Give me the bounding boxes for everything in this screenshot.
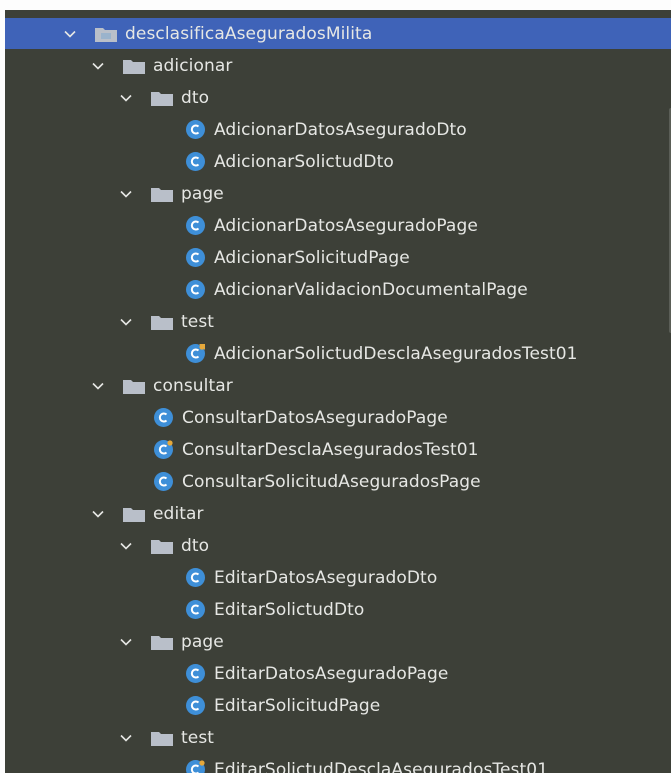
folder-icon [151, 186, 173, 202]
tree-item-class[interactable]: EditarDatosAseguradoDto [5, 562, 671, 593]
tree-item-label: ConsultarSolicitudAseguradosPage [182, 471, 481, 492]
tree-item-root[interactable]: desclasificaAseguradosMilita [5, 18, 671, 49]
chevron-down-icon[interactable] [89, 57, 107, 75]
folder-icon [151, 90, 173, 106]
tree-item-label: ConsultarDatosAseguradoPage [182, 407, 448, 428]
tree-item-class[interactable]: AdicionarValidacionDocumentalPage [5, 274, 671, 305]
tree-item-label: EditarSolictudDesclaAseguradosTest01 [214, 759, 549, 773]
tree-item-label: AdicionarSolictudDesclaAseguradosTest01 [214, 343, 578, 364]
tree-item-label: consultar [153, 375, 233, 396]
tree-item-label: AdicionarDatosAseguradoPage [214, 215, 478, 236]
tree-item-adicionar-dto[interactable]: dto [5, 82, 671, 113]
class-icon [185, 599, 206, 620]
tree-item-label: page [181, 631, 224, 652]
tree-item-label: AdicionarDatosAseguradoDto [214, 119, 467, 140]
class-icon [185, 695, 206, 716]
class-icon [185, 215, 206, 236]
tree-item-class[interactable]: AdicionarDatosAseguradoPage [5, 210, 671, 241]
tree-item-label: test [181, 311, 215, 332]
chevron-down-icon[interactable] [117, 537, 135, 555]
tree-item-adicionar[interactable]: adicionar [5, 50, 671, 81]
tree-item-test-class[interactable]: AdicionarSolictudDesclaAseguradosTest01 [5, 338, 671, 369]
class-icon [153, 407, 174, 428]
tree-item-label: EditarDatosAseguradoPage [214, 663, 449, 684]
tree-item-class[interactable]: AdicionarDatosAseguradoDto [5, 114, 671, 145]
test-class-icon [185, 759, 206, 773]
project-panel: desclasificaAseguradosMilita adicionar d… [0, 0, 671, 773]
class-icon [185, 567, 206, 588]
folder-icon [123, 378, 145, 394]
tree-item-class[interactable]: EditarSolictudDto [5, 594, 671, 625]
tree-item-label: AdicionarValidacionDocumentalPage [214, 279, 528, 300]
folder-icon [151, 538, 173, 554]
tree-item-class[interactable]: AdicionarSolictudDto [5, 146, 671, 177]
class-icon [185, 151, 206, 172]
tree-item-editar[interactable]: editar [5, 498, 671, 529]
tree-item-label: AdicionarSolictudDto [214, 151, 394, 172]
tree-item-class[interactable]: AdicionarSolicitudPage [5, 242, 671, 273]
tree-item-label: adicionar [153, 55, 233, 76]
tree-item-test-class[interactable]: EditarSolictudDesclaAseguradosTest01 [5, 754, 671, 773]
tree-item-label: EditarDatosAseguradoDto [214, 567, 438, 588]
class-icon [185, 279, 206, 300]
folder-icon [123, 58, 145, 74]
chevron-down-icon[interactable] [89, 377, 107, 395]
tree-item-adicionar-test[interactable]: test [5, 306, 671, 337]
folder-icon [151, 730, 173, 746]
tree-item-label: ConsultarDesclaAseguradosTest01 [182, 439, 479, 460]
tree-item-adicionar-page[interactable]: page [5, 178, 671, 209]
tree-item-label: editar [153, 503, 204, 524]
tree-item-editar-page[interactable]: page [5, 626, 671, 657]
tree-item-class[interactable]: EditarSolicitudPage [5, 690, 671, 721]
test-class-icon [153, 439, 174, 460]
tree-item-label: dto [181, 87, 210, 108]
chevron-down-icon[interactable] [117, 313, 135, 331]
class-icon [185, 247, 206, 268]
tree-item-class[interactable]: EditarDatosAseguradoPage [5, 658, 671, 689]
tree-item-label: EditarSolictudDto [214, 599, 365, 620]
tree-item-label: EditarSolicitudPage [214, 695, 381, 716]
tree-item-label: desclasificaAseguradosMilita [125, 23, 373, 44]
project-tree: desclasificaAseguradosMilita adicionar d… [5, 10, 671, 773]
chevron-down-icon[interactable] [117, 729, 135, 747]
folder-icon [95, 26, 117, 42]
tree-item-editar-test[interactable]: test [5, 722, 671, 753]
chevron-down-icon[interactable] [117, 89, 135, 107]
folder-icon [123, 506, 145, 522]
chevron-down-icon[interactable] [117, 633, 135, 651]
tree-item-editar-dto[interactable]: dto [5, 530, 671, 561]
tree-item-label: test [181, 727, 215, 748]
class-icon [185, 119, 206, 140]
tree-item-label: AdicionarSolicitudPage [214, 247, 410, 268]
class-icon [185, 663, 206, 684]
chevron-down-icon[interactable] [117, 185, 135, 203]
chevron-down-icon[interactable] [89, 505, 107, 523]
folder-icon [151, 634, 173, 650]
tree-item-label: dto [181, 535, 210, 556]
test-class-icon [185, 343, 206, 364]
tree-item-class[interactable]: ConsultarDatosAseguradoPage [5, 402, 671, 433]
tree-item-label: page [181, 183, 224, 204]
folder-icon [151, 314, 173, 330]
tree-item-test-class[interactable]: ConsultarDesclaAseguradosTest01 [5, 434, 671, 465]
chevron-down-icon[interactable] [61, 25, 79, 43]
tree-item-consultar[interactable]: consultar [5, 370, 671, 401]
tree-item-class[interactable]: ConsultarSolicitudAseguradosPage [5, 466, 671, 497]
class-icon [153, 471, 174, 492]
